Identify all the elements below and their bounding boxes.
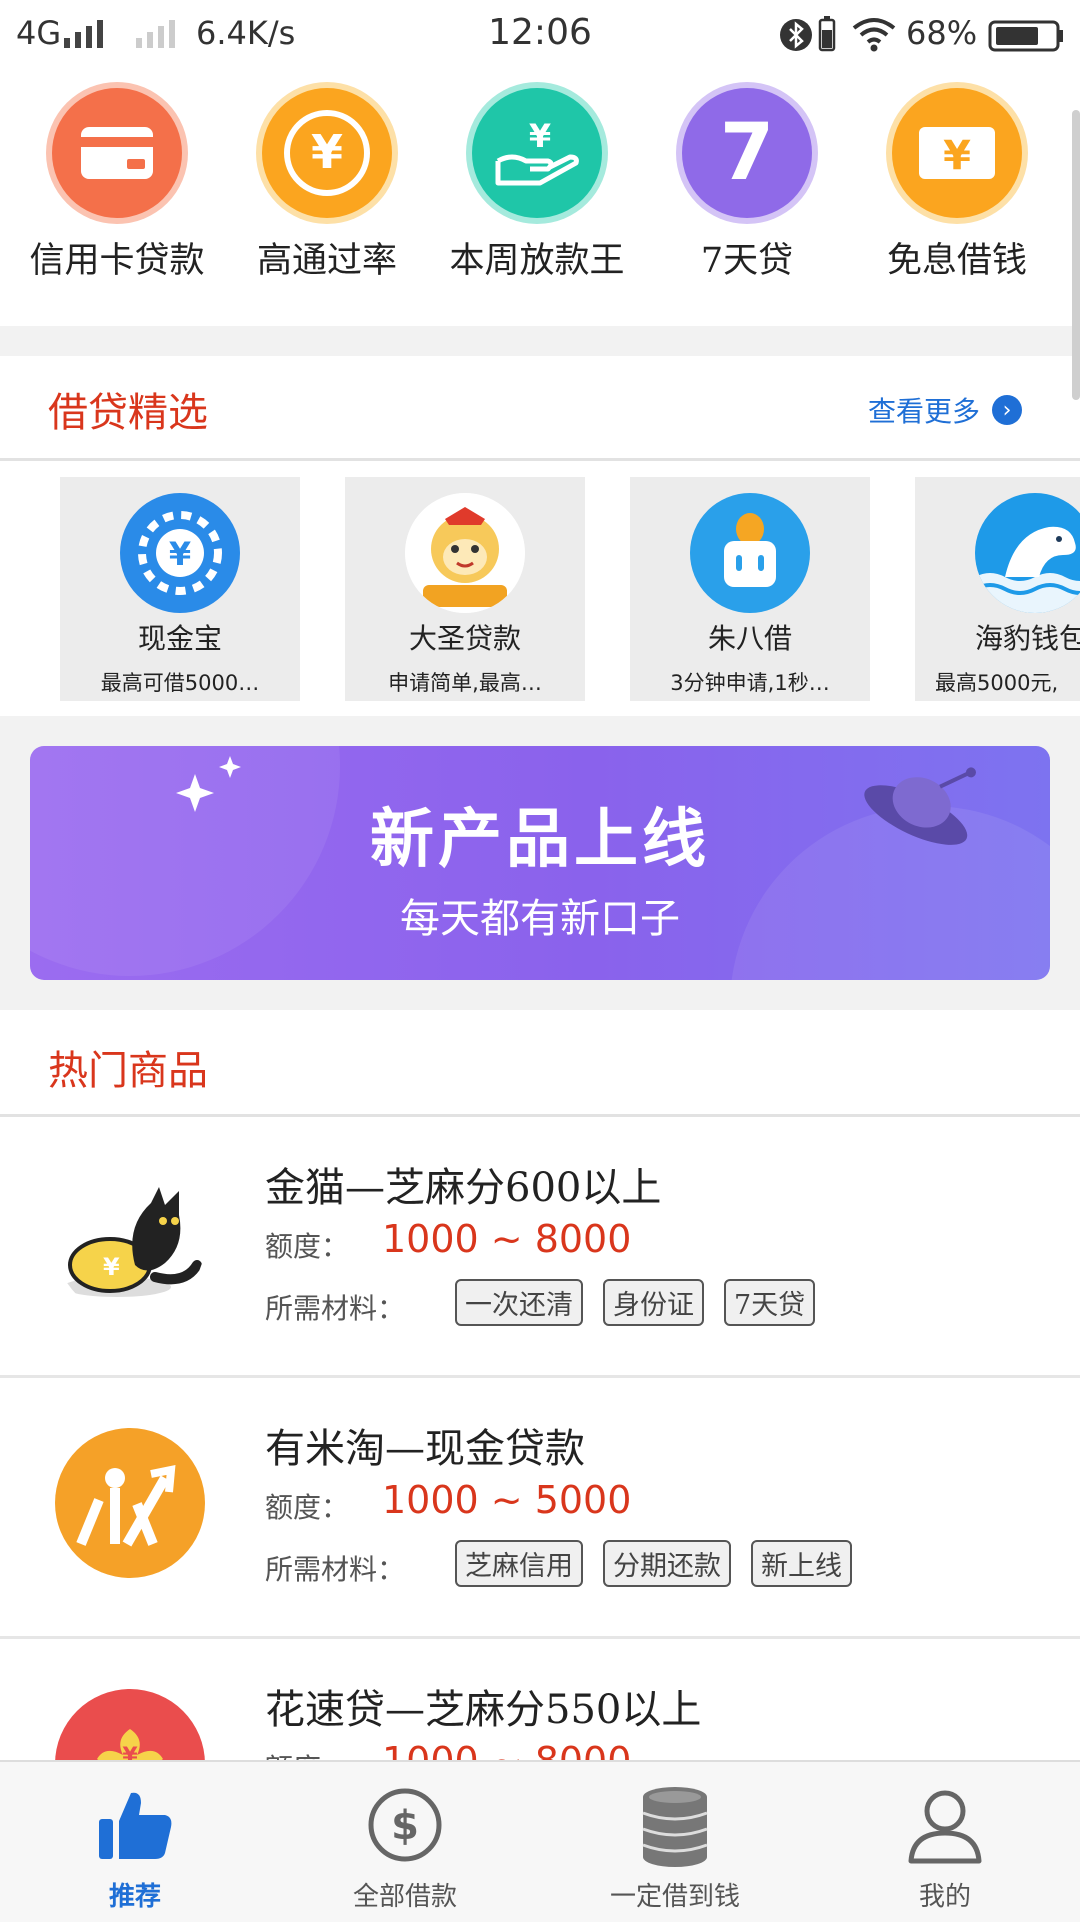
product-row[interactable]: 有米淘—现金贷款 额度： 1000 ~ 5000 所需材料： 芝麻信用 分期还款… [0, 1378, 1080, 1639]
bottom-nav: 推荐 $ 全部借款 一定借到钱 我的 [0, 1760, 1080, 1922]
featured-card[interactable]: 朱八借 3分钟申请,1秒… [630, 477, 870, 701]
battery-percent: 68% [906, 14, 978, 52]
new-products-banner[interactable]: 新产品上线 每天都有新口子 [30, 746, 1050, 980]
featured-card[interactable]: ¥ 现金宝 最高可借5000… [60, 477, 300, 701]
card-name: 现金宝 [137, 622, 222, 655]
nav-label: 一定借到钱 [609, 1882, 740, 1912]
featured-card[interactable]: 海豹钱包 最高5000元, [915, 477, 1080, 701]
scrollbar[interactable] [1072, 110, 1080, 400]
nav-tab-guaranteed[interactable]: 一定借到钱 [540, 1762, 810, 1922]
status-bar: 4G 6.4K/s 12:06 68% [0, 0, 1080, 70]
tag: 7天贷 [724, 1279, 816, 1326]
hot-title: 热门商品 [48, 1048, 208, 1094]
svg-text:¥: ¥ [943, 133, 971, 179]
nav-tab-all-loans[interactable]: $ 全部借款 [270, 1762, 540, 1922]
bluetooth-icon [780, 18, 812, 56]
category-label: 信用卡贷款 [29, 241, 205, 281]
card-desc: 最高可借5000… [100, 671, 260, 695]
product-name: 花速贷—芝麻分550以上 [265, 1687, 702, 1733]
rice-arrow-icon [55, 1428, 205, 1578]
tag: 身份证 [603, 1279, 704, 1326]
yen-bill-icon: ¥ [892, 88, 1022, 218]
tag: 分期还款 [603, 1540, 731, 1587]
nav-tab-mine[interactable]: 我的 [810, 1762, 1080, 1922]
chip-yen-icon: ¥ [120, 493, 240, 613]
card-desc: 最高5000元, [935, 671, 1059, 695]
coin-stack-icon [540, 1780, 810, 1870]
amount-label: 额度： [265, 1491, 350, 1524]
piggy-coin-icon [690, 493, 810, 613]
banner-subtitle: 每天都有新口子 [400, 896, 680, 942]
svg-text:¥: ¥ [169, 535, 191, 573]
featured-card[interactable]: 大圣贷款 申请简单,最高… [345, 477, 585, 701]
tag: 芝麻信用 [455, 1540, 583, 1587]
hand-yen-icon: ¥ [472, 88, 602, 218]
category-weekly-king[interactable]: ¥ 本周放款王 [432, 88, 642, 288]
user-icon [810, 1780, 1080, 1870]
nav-label: 全部借款 [352, 1882, 457, 1912]
materials-label: 所需材料： [265, 1553, 406, 1586]
credit-card-icon [52, 88, 182, 218]
tag-list: 一次还清 身份证 7天贷 [455, 1279, 816, 1326]
category-interest-free[interactable]: ¥ 免息借钱 [852, 88, 1062, 288]
tag-list: 芝麻信用 分期还款 新上线 [455, 1540, 852, 1587]
category-high-approval[interactable]: ¥ 高通过率 [222, 88, 432, 288]
featured-title: 借贷精选 [48, 390, 208, 436]
category-label: 7天贷 [700, 241, 794, 281]
view-more-label: 查看更多 [868, 395, 981, 428]
materials-label: 所需材料： [265, 1292, 406, 1325]
card-name: 海豹钱包 [975, 622, 1080, 655]
thumbs-up-icon [0, 1780, 270, 1870]
category-label: 本周放款王 [449, 241, 625, 281]
category-label: 高通过率 [256, 241, 397, 281]
section-divider [0, 326, 1080, 356]
product-name: 有米淘—现金贷款 [265, 1426, 585, 1472]
divider [0, 458, 1080, 461]
tag: 新上线 [751, 1540, 852, 1587]
product-row[interactable]: ¥ 金猫—芝麻分600以上 额度： 1000 ~ 8000 所需材料： 一次还清… [0, 1117, 1080, 1378]
svg-text:¥: ¥ [103, 1253, 120, 1281]
product-name: 金猫—芝麻分600以上 [265, 1165, 662, 1211]
card-name: 大圣贷款 [408, 622, 521, 655]
view-more-link[interactable]: 查看更多 › [868, 390, 1023, 430]
chevron-right-icon: › [992, 395, 1023, 425]
svg-text:¥: ¥ [529, 117, 551, 155]
nav-label: 推荐 [108, 1882, 161, 1912]
svg-text:$: $ [391, 1803, 419, 1849]
seven-icon: 7 [682, 88, 812, 218]
black-cat-icon: ¥ [55, 1167, 205, 1317]
monkey-king-icon [405, 493, 525, 613]
card-name: 朱八借 [707, 622, 792, 655]
category-row: 信用卡贷款 ¥ 高通过率 ¥ 本周放款王 7 7天贷 ¥ 免息借钱 [0, 88, 1080, 288]
nav-label: 我的 [918, 1882, 971, 1912]
category-7-day-loan[interactable]: 7 7天贷 [642, 88, 852, 288]
tag: 一次还清 [455, 1279, 583, 1326]
category-label: 免息借钱 [886, 241, 1027, 281]
nav-tab-recommend[interactable]: 推荐 [0, 1762, 270, 1922]
amount-value: 1000 ~ 8000 [382, 1217, 632, 1261]
battery-small-icon [818, 16, 836, 56]
yen-coin-icon: ¥ [262, 88, 392, 218]
svg-text:¥: ¥ [311, 125, 343, 179]
amount-label: 额度： [265, 1230, 350, 1263]
banner-title: 新产品上线 [370, 803, 710, 877]
battery-icon [988, 20, 1064, 56]
category-credit-card-loan[interactable]: 信用卡贷款 [12, 88, 222, 288]
wifi-icon [852, 16, 896, 56]
amount-value: 1000 ~ 5000 [382, 1478, 632, 1522]
card-desc: 3分钟申请,1秒… [670, 671, 830, 695]
seal-icon [975, 493, 1080, 613]
card-desc: 申请简单,最高… [388, 671, 542, 695]
dollar-circle-icon: $ [270, 1780, 540, 1870]
